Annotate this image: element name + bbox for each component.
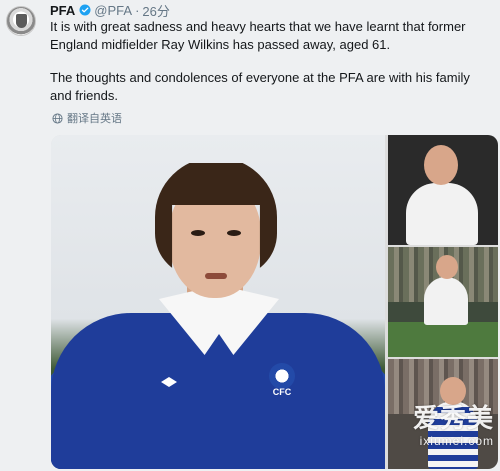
side-player-head: [436, 255, 458, 279]
side-player-shirt: [424, 277, 468, 325]
tweet-timestamp[interactable]: 26分: [142, 1, 169, 20]
club-crest-icon: [269, 363, 295, 389]
author-handle[interactable]: @PFA: [94, 3, 132, 18]
photo-side-1[interactable]: [388, 135, 498, 245]
verified-badge-icon: [79, 4, 91, 16]
player-eye-left: [191, 230, 205, 236]
side-player-head: [424, 145, 458, 185]
globe-icon: [52, 112, 63, 124]
tweet-text-paragraph-1: It is with great sadness and heavy heart…: [50, 19, 466, 52]
tweet: PFA @PFA · 26分 It is with great sadness …: [0, 0, 500, 471]
player-jersey: [51, 313, 385, 469]
watermark-sub: ixiumei.com: [419, 434, 494, 448]
side-player-shirt: [406, 183, 478, 245]
photo-side-2[interactable]: [388, 247, 498, 357]
photo-main[interactable]: CFC: [51, 135, 385, 469]
translate-label[interactable]: 翻译自英语: [67, 110, 122, 126]
author-name[interactable]: PFA: [50, 3, 75, 18]
tweet-text-paragraph-2: The thoughts and condolences of everyone…: [50, 70, 470, 103]
header-separator: ·: [135, 2, 140, 18]
tweet-header: PFA @PFA · 26分: [50, 1, 170, 20]
site-watermark: 爱秀美 ixiumei.com: [413, 404, 494, 448]
avatar[interactable]: [6, 6, 36, 36]
club-crest-label: CFC: [272, 387, 292, 397]
player-eye-right: [227, 230, 241, 236]
side-grass: [388, 322, 498, 357]
watermark-main: 爱秀美: [412, 404, 494, 434]
side-player-head: [440, 377, 466, 405]
player-mouth: [205, 273, 227, 279]
crest-icon: [16, 14, 27, 28]
translate-link[interactable]: 翻译自英语: [52, 110, 122, 126]
